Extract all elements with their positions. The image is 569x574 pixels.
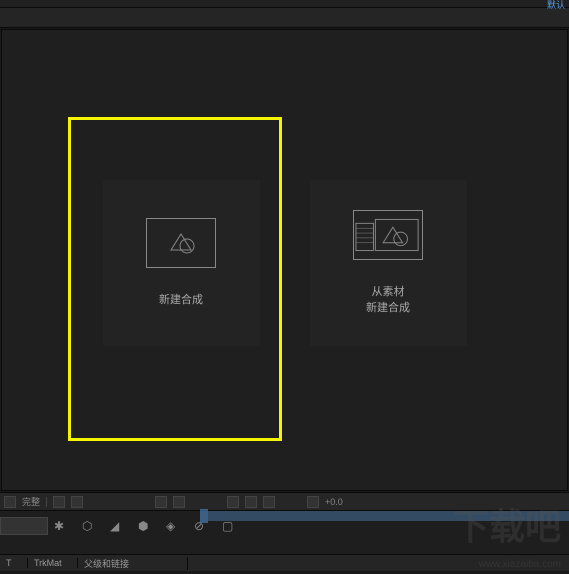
separator bbox=[46, 497, 47, 507]
switch-button-1[interactable] bbox=[227, 496, 239, 508]
col-trkmat[interactable]: TrkMat bbox=[28, 558, 78, 568]
rotation-icon[interactable] bbox=[307, 496, 319, 508]
rotation-value[interactable]: +0.0 bbox=[325, 497, 343, 507]
source-name-tab[interactable] bbox=[0, 517, 48, 535]
frame-blend-icon[interactable]: ◈ bbox=[166, 519, 180, 533]
tool-button-4[interactable] bbox=[173, 496, 185, 508]
switch-button-2[interactable] bbox=[245, 496, 257, 508]
timeline-body: ✱ ⬡ ◢ ⬢ ◈ ⊘ ▢ bbox=[0, 510, 569, 554]
composition-panel: 新建合成 从素材 新建合成 bbox=[1, 29, 568, 491]
col-parent[interactable]: 父级和链接 bbox=[78, 557, 188, 570]
top-bar: 默认 bbox=[0, 0, 569, 8]
header-strip bbox=[0, 8, 569, 28]
from-footage-label: 从素材 新建合成 bbox=[366, 284, 410, 317]
col-t[interactable]: T bbox=[0, 558, 28, 568]
tool-button-3[interactable] bbox=[155, 496, 167, 508]
tool-button-1[interactable] bbox=[53, 496, 65, 508]
quality-icon[interactable]: ◢ bbox=[110, 519, 124, 533]
toggle-button[interactable] bbox=[4, 496, 16, 508]
watermark-url: www.xiazaiba.com bbox=[479, 559, 561, 570]
search-field[interactable]: 完整 bbox=[22, 495, 40, 508]
workspace-label[interactable]: 默认 bbox=[547, 0, 565, 11]
from-footage-card[interactable]: 从素材 新建合成 bbox=[310, 180, 467, 346]
timeline-ruler[interactable] bbox=[200, 511, 569, 521]
switch-button-3[interactable] bbox=[263, 496, 275, 508]
new-composition-card[interactable]: 新建合成 bbox=[103, 180, 260, 346]
new-composition-label: 新建合成 bbox=[159, 292, 203, 309]
new-composition-icon bbox=[146, 218, 216, 268]
collapse-icon[interactable]: ⬡ bbox=[82, 519, 96, 533]
timeline-toolbar: 完整 +0.0 bbox=[0, 493, 569, 510]
tool-button-2[interactable] bbox=[71, 496, 83, 508]
adjustment-icon[interactable]: ▢ bbox=[222, 519, 236, 533]
fx-icon[interactable]: ⬢ bbox=[138, 519, 152, 533]
shy-icon[interactable]: ✱ bbox=[54, 519, 68, 533]
empty-state-cards: 新建合成 从素材 新建合成 bbox=[2, 30, 567, 346]
from-footage-icon bbox=[353, 210, 423, 260]
layer-switch-icons: ✱ ⬡ ◢ ⬢ ◈ ⊘ ▢ bbox=[54, 519, 236, 533]
